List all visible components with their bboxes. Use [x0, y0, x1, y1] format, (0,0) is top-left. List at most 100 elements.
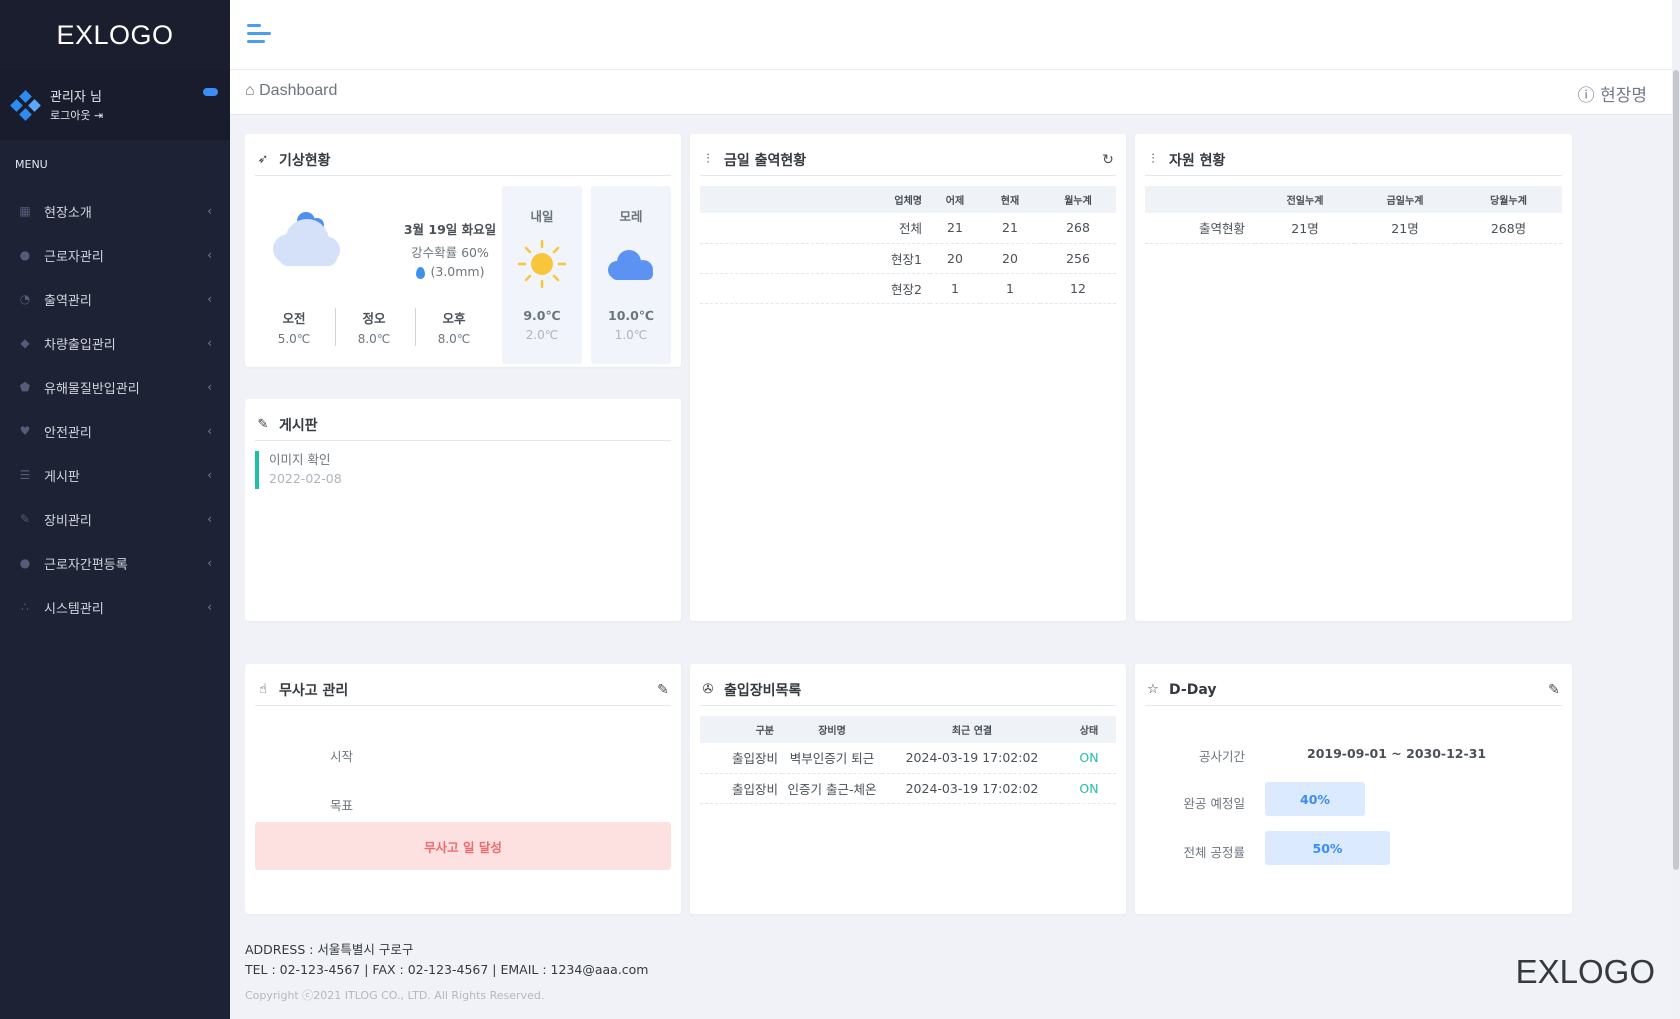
start-label: 시작 [330, 749, 354, 764]
forecast-day-after: 모레 10.0℃ 1.0℃ [591, 186, 671, 364]
user-name: 관리자 님 [50, 89, 102, 105]
chevron-left-icon: ‹ [207, 556, 212, 570]
slot-afternoon: 오후 8.0℃ [437, 311, 471, 346]
shield-icon: ⬟ [19, 380, 31, 394]
chevron-left-icon: ‹ [207, 600, 212, 614]
raindrop-icon [415, 266, 425, 279]
sidebar-item-label: 차량출입관리 [44, 337, 116, 353]
slot-noon: 정오 8.0℃ [357, 311, 391, 346]
divider [415, 308, 416, 346]
table-header: 상태 [1062, 716, 1116, 743]
weather-card: ➶ 기상현황 3월 19일 화요일 강수확률 60% (3.0mm) 오전 5.0℃… [245, 134, 681, 367]
board-title: 게시판 [279, 417, 318, 434]
overall-progress: 50% [1265, 831, 1390, 865]
navigation-arrow-icon: ➶ [257, 152, 269, 167]
table-row: 출입장비 인증기 출근-체온 2024-03-19 17:02:02 ON [700, 773, 1116, 804]
forecast-tomorrow: 내일 9.0℃ 2.0℃ [502, 186, 582, 364]
rain-amount: (3.0mm) [430, 264, 485, 279]
user-panel: 관리자 님 로그아웃 ⇥ [0, 70, 230, 140]
sidebar-item-9[interactable]: ∴ 시스템관리 ‹ [0, 585, 230, 629]
sidebar-item-label: 근로자간편등록 [44, 557, 128, 573]
table-header: 장비명 [782, 716, 882, 743]
sidebar-menu: ▦ 현장소개 ‹ ● 근로자관리 ‹ ◔ 출역관리 ‹ ◆ 차량출입관리 ‹ ⬟ 유해물질반입관리 ‹ ♥ 안전… [0, 189, 230, 629]
equipment-title: 출입장비목록 [724, 682, 802, 699]
sidebar-item-label: 현장소개 [44, 205, 92, 221]
sidebar-item-label: 안전관리 [44, 425, 92, 441]
table-header: 업체명 [700, 186, 930, 213]
table-row: 출입장비 벽부인증기 퇴근 2024-03-19 17:02:02 ON [700, 743, 1116, 774]
sidebar-item-2[interactable]: ◔ 출역관리 ‹ [0, 277, 230, 321]
forecast-day: 내일 [530, 209, 554, 224]
footer: ADDRESS : 서울특별시 구로구 TEL : 02-123-4567 | … [245, 940, 649, 980]
cloud-icon [608, 250, 653, 280]
completion-progress: 40% [1265, 782, 1365, 816]
resources-title: 자원 현황 [1169, 152, 1226, 169]
star-icon: ☆ [1147, 682, 1159, 697]
sidebar-item-7[interactable]: ✎ 장비관리 ‹ [0, 497, 230, 541]
logout-link[interactable]: 로그아웃 ⇥ [50, 107, 103, 123]
hamburger-menu-icon[interactable] [247, 24, 273, 46]
edit-icon[interactable]: ✎ [1546, 682, 1562, 698]
dday-card: ☆ D-Day ✎ 공사기간 2019-09-01 ~ 2030-12-31 완공 … [1135, 664, 1572, 914]
sidebar-item-1[interactable]: ● 근로자관리 ‹ [0, 233, 230, 277]
chevron-left-icon: ‹ [207, 424, 212, 438]
sidebar-item-4[interactable]: ⬟ 유해물질반입관리 ‹ [0, 365, 230, 409]
chevron-left-icon: ‹ [207, 204, 212, 218]
wrench-icon: ✇ [702, 682, 714, 697]
divider [335, 308, 336, 346]
heart-icon: ♥ [19, 424, 31, 438]
forecast-low: 1.0℃ [614, 328, 648, 342]
table-header: 월누계 [1040, 186, 1116, 213]
sidebar-item-6[interactable]: ☰ 게시판 ‹ [0, 453, 230, 497]
equipment-card: ✇ 출입장비목록 구분 장비명 최근 연결 상태 출입장비 벽부인증기 퇴근 2024… [690, 664, 1126, 914]
weather-title: 기상현황 [279, 152, 331, 169]
sidebar-item-3[interactable]: ◆ 차량출입관리 ‹ [0, 321, 230, 365]
layers-icon: ◆ [20, 336, 30, 350]
refresh-icon[interactable]: ↻ [1100, 152, 1116, 168]
sidebar-item-label: 출역관리 [44, 293, 92, 309]
table-row: 현장1 20 20 256 [700, 243, 1116, 274]
scrollbar[interactable] [1672, 0, 1680, 1019]
resources-table: 전일누계 금일누계 당월누계 출역현황 21명 21명 268명 [1145, 186, 1562, 244]
post-title[interactable]: 이미지 확인 [269, 451, 342, 469]
sidebar-item-label: 시스템관리 [44, 601, 104, 617]
resources-card: ⫶ 자원 현황 전일누계 금일누계 당월누계 출역현황 21명 21명 268명 [1135, 134, 1572, 621]
thumbs-up-icon: ☝ [259, 682, 267, 697]
safety-title: 무사고 관리 [279, 682, 349, 699]
topbar [230, 0, 1672, 70]
pin-icon: ✎ [257, 417, 269, 432]
chevron-left-icon: ‹ [207, 380, 212, 394]
sidebar-item-0[interactable]: ▦ 현장소개 ‹ [0, 189, 230, 233]
brand-logo[interactable]: EXLOGO [0, 0, 230, 70]
sidebar-item-8[interactable]: ● 근로자간편등록 ‹ [0, 541, 230, 585]
table-header: 어제 [930, 186, 980, 213]
sidebar-item-5[interactable]: ♥ 안전관리 ‹ [0, 409, 230, 453]
table-header: 당월누계 [1455, 186, 1562, 213]
footer-address: ADDRESS : 서울특별시 구로구 [245, 942, 414, 957]
pie-chart-icon: ◔ [19, 292, 31, 306]
dday-title: D-Day [1169, 681, 1217, 698]
goal-label: 목표 [330, 798, 354, 813]
list-item[interactable]: 이미지 확인 2022-02-08 [255, 451, 342, 489]
table-header: 전일누계 [1255, 186, 1355, 213]
users-icon: ● [19, 556, 31, 570]
attendance-title: 금일 출역현황 [724, 152, 807, 169]
post-date: 2022-02-08 [269, 471, 342, 486]
scrollbar-thumb[interactable] [1673, 70, 1679, 870]
breadcrumb-bar: ⌂ Dashboard ⓘ 현장명 [230, 70, 1672, 115]
forecast-low: 2.0℃ [525, 328, 559, 342]
edit-icon[interactable]: ✎ [655, 682, 671, 698]
status-badge: ON [1062, 743, 1116, 774]
forecast-high: 10.0℃ [608, 308, 654, 323]
table-header [1145, 186, 1255, 213]
attendance-table: 업체명 어제 현재 월누계 전체 21 21 268 현장1 20 20 256 현장2 1 1… [700, 186, 1116, 304]
footer-logo: EXLOGO [1515, 953, 1655, 990]
copyright: Copyright ⓒ2021 ITLOG CO., LTD. All Righ… [245, 989, 545, 1002]
menu-title: MENU [15, 158, 48, 171]
accident-free-banner: 무사고 일 달성 [255, 822, 671, 870]
table-row: 전체 21 21 268 [700, 213, 1116, 244]
sliders-icon: ⫶ [1151, 152, 1155, 167]
breadcrumb[interactable]: ⌂ Dashboard [245, 82, 337, 100]
theme-toggle[interactable] [203, 88, 218, 96]
list-icon: ☰ [19, 468, 31, 482]
